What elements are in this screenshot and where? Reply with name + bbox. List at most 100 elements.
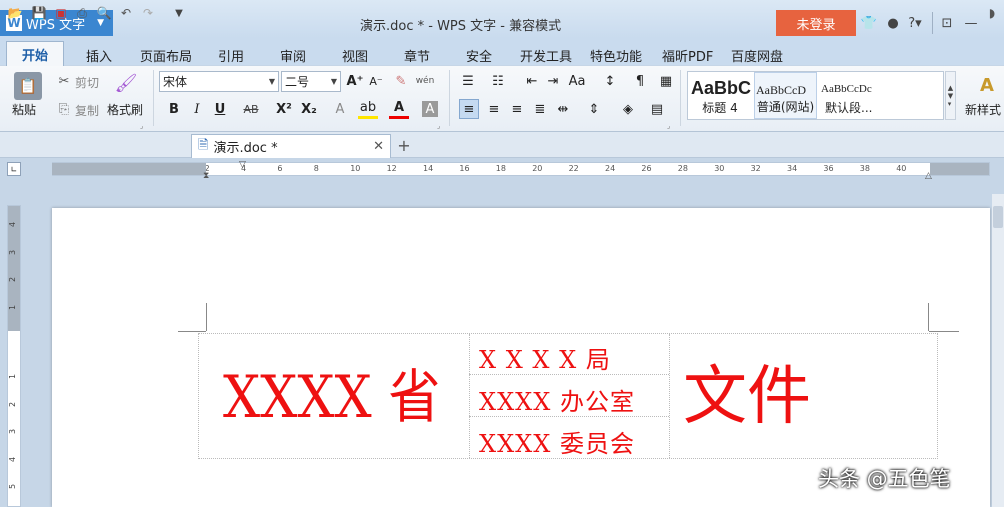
tab-view[interactable]: 视图 (342, 46, 368, 65)
tab-home[interactable]: 开始 (6, 41, 64, 67)
right-indent-icon[interactable]: △ (925, 171, 932, 181)
change-case-icon[interactable]: Aa (567, 71, 587, 91)
print-preview-icon[interactable]: 🔍 (96, 5, 112, 21)
save-icon[interactable]: 💾 (31, 5, 47, 21)
style-default-paragraph[interactable]: AaBbCcDc 默认段... (819, 72, 881, 119)
ribbon-divider (449, 70, 450, 126)
restore-icon[interactable]: ⊡ (938, 14, 956, 32)
italic-icon[interactable]: I (187, 99, 207, 119)
login-button[interactable]: 未登录 (776, 10, 856, 36)
copy-label[interactable]: 复制 (75, 102, 99, 119)
export-pdf-icon[interactable]: ▣ (53, 5, 69, 21)
doc-issuer-row-2[interactable]: XXXX 办公室 (479, 382, 635, 417)
doc-type-right[interactable]: 文件 (683, 362, 811, 432)
style-heading4[interactable]: AaBbC 标题 4 (688, 72, 752, 119)
crop-mark (206, 303, 207, 331)
align-left-icon[interactable]: ≡ (459, 99, 479, 119)
vertical-scrollbar[interactable] (992, 194, 1004, 507)
paste-icon[interactable]: 📋 (14, 72, 42, 100)
doc-issuer-row-3[interactable]: XXXX 委员会 (479, 424, 635, 459)
feedback-icon[interactable]: ● (884, 14, 902, 32)
new-tab-icon[interactable]: + (396, 136, 412, 155)
bold-icon[interactable]: B (164, 99, 184, 119)
character-shading-icon[interactable]: A (422, 101, 438, 117)
doc-issuer-left[interactable]: XXXX 省 (223, 362, 440, 432)
grow-font-icon[interactable]: A⁺ (345, 71, 365, 91)
font-size-combo[interactable]: 二号 ▼ (281, 71, 341, 92)
highlight-icon[interactable]: ab (358, 99, 378, 119)
document-tab[interactable]: 🗎 演示.doc * ✕ (191, 134, 391, 158)
customize-toolbar-icon[interactable]: ▼ (171, 5, 187, 21)
style-preview: AaBbCcD (756, 83, 806, 97)
underline-icon[interactable]: U (210, 99, 230, 119)
undo-icon[interactable]: ↶ (118, 5, 134, 21)
print-icon[interactable]: ⎙ (74, 5, 90, 21)
cut-label[interactable]: 剪切 (75, 74, 99, 91)
close-icon[interactable]: ✕ (373, 139, 384, 154)
scissors-icon[interactable]: ✂ (54, 71, 74, 91)
bullet-list-icon[interactable]: ☰ (458, 71, 478, 91)
ruler-tick-label: 5 (8, 483, 18, 490)
paragraph-shading-icon[interactable]: ◈ (618, 99, 638, 119)
paste-label[interactable]: 粘贴 (12, 101, 36, 118)
chevron-down-icon[interactable]: ▼ (269, 77, 275, 86)
subscript-icon[interactable]: X₂ (299, 99, 319, 119)
tab-review[interactable]: 审阅 (280, 46, 306, 65)
scrollbar-thumb[interactable] (993, 206, 1003, 228)
paragraph-launcher-icon[interactable]: ⌟ (667, 122, 670, 130)
font-name-combo[interactable]: 宋体 ▼ (159, 71, 279, 92)
open-folder-icon[interactable]: 📂 (7, 5, 23, 21)
format-painter-label[interactable]: 格式刷 (107, 101, 143, 118)
text-effect-icon[interactable]: A (330, 99, 350, 119)
align-center-icon[interactable]: ≡ (484, 99, 504, 119)
strikethrough-icon[interactable]: AB (241, 99, 261, 119)
phonetic-guide-icon[interactable]: wén (415, 71, 435, 91)
tab-developer[interactable]: 开发工具 (520, 46, 572, 65)
skin-icon[interactable]: 👕 (860, 14, 878, 32)
tab-insert[interactable]: 插入 (86, 46, 112, 65)
font-color-icon[interactable]: A (389, 99, 409, 119)
clipboard-launcher-icon[interactable]: ⌟ (140, 122, 143, 130)
style-normal-web[interactable]: AaBbCcD 普通(网站) (754, 72, 817, 119)
format-painter-icon[interactable]: 🖌 (113, 70, 139, 96)
header-table[interactable]: XXXX 省 X X X X 局 XXXX 办公室 XXXX 委员会 文件 (198, 333, 938, 459)
help-icon[interactable]: ?▾ (906, 14, 924, 32)
collapse-ribbon-icon[interactable]: ◗ (984, 5, 1000, 21)
doc-issuer-row-1[interactable]: X X X X 局 (479, 340, 611, 375)
style-gallery-scroll[interactable]: ▲ ▼ ▾ (945, 71, 956, 120)
new-style-label[interactable]: 新样式 (965, 101, 1001, 118)
copy-icon[interactable]: ⎘ (54, 99, 74, 119)
redo-icon[interactable]: ↷ (140, 5, 156, 21)
font-launcher-icon[interactable]: ⌟ (437, 122, 440, 130)
decrease-indent-icon[interactable]: ⇤ (522, 71, 542, 91)
table-gridline (669, 334, 670, 458)
tab-page-layout[interactable]: 页面布局 (140, 46, 192, 65)
tab-baidu-netdisk[interactable]: 百度网盘 (731, 46, 783, 65)
tab-selector[interactable]: ∟ (7, 162, 21, 176)
shrink-font-icon[interactable]: A⁻ (366, 71, 386, 91)
tab-chapter[interactable]: 章节 (404, 46, 430, 65)
tab-security[interactable]: 安全 (466, 46, 492, 65)
first-line-indent-icon[interactable]: ▽ (239, 160, 246, 170)
justify-icon[interactable]: ≣ (530, 99, 550, 119)
borders-icon[interactable]: ▤ (647, 99, 667, 119)
clear-format-icon[interactable]: ✎ (391, 71, 411, 91)
line-spacing-icon[interactable]: ⇕ (584, 99, 604, 119)
style-name: 默认段... (825, 101, 873, 115)
superscript-icon[interactable]: X² (274, 99, 294, 119)
table-icon[interactable]: ▦ (656, 71, 676, 91)
tab-foxit-pdf[interactable]: 福昕PDF (662, 46, 713, 65)
numbered-list-icon[interactable]: ☷ (488, 71, 508, 91)
show-marks-icon[interactable]: ¶ (630, 71, 650, 91)
sort-icon[interactable]: ↕ (600, 71, 620, 91)
indent-marker-icon[interactable]: ⧗ (203, 171, 209, 181)
tab-references[interactable]: 引用 (218, 46, 244, 65)
new-style-icon[interactable]: A (972, 70, 1002, 100)
chevron-down-icon[interactable]: ▼ (331, 77, 337, 86)
increase-indent-icon[interactable]: ⇥ (543, 71, 563, 91)
minimize-icon[interactable]: — (962, 14, 980, 32)
distribute-icon[interactable]: ⇹ (553, 99, 573, 119)
tab-features[interactable]: 特色功能 (590, 46, 642, 65)
align-right-icon[interactable]: ≡ (507, 99, 527, 119)
ruler-tick-label: 22 (568, 164, 579, 173)
